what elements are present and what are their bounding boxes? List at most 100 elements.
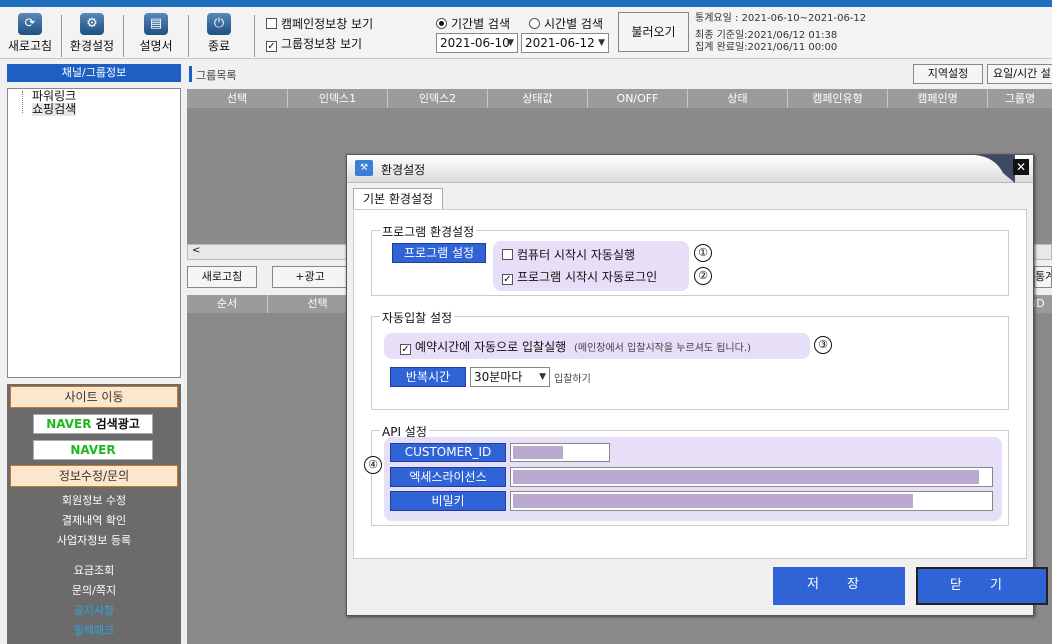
auto-bid-checkbox[interactable]: ✓ 예약시간에 자동으로 입찰실행 (메인창에서 입찰시작을 누르셔도 됩니다.) xyxy=(400,338,751,355)
marker-2: ② xyxy=(694,267,712,285)
dialog-titlebar[interactable]: ⚒ 환경설정 ✕ xyxy=(347,155,1033,183)
period-search-radio[interactable]: 기간별 검색 xyxy=(436,15,510,32)
add-ad-button[interactable]: +광고 xyxy=(272,266,348,288)
group-list-title: 그룹목록 xyxy=(196,69,237,82)
weekday-time-button[interactable]: 요일/시간 설 xyxy=(987,64,1052,84)
marker-4: ④ xyxy=(364,456,382,474)
close-icon[interactable]: ✕ xyxy=(1013,159,1029,175)
checkbox-checked-icon: ✓ xyxy=(266,41,277,52)
menu-notice[interactable]: 공지사항 xyxy=(7,602,181,618)
access-license-label: 엑세스라이선스 xyxy=(390,467,506,487)
site-move-panel: 사이트 이동 NAVER 검색광고 NAVER 정보수정/문의 회원정보 수정 … xyxy=(7,384,181,644)
toolbar: ⟳ 새로고침 ⚙ 환경설정 ▤ 설명서 ⏻ 종료 캠페인정보창 보기 ✓ 그룹정보… xyxy=(0,7,1052,59)
date-from-select[interactable]: 2021-06-10 ▼ xyxy=(436,33,518,53)
column-header[interactable]: 상태값 xyxy=(487,89,587,108)
exit-button[interactable]: ⏻ 종료 xyxy=(190,13,248,59)
column-header[interactable]: ID xyxy=(1032,295,1052,313)
dialog-title: 환경설정 xyxy=(381,163,426,177)
manual-button[interactable]: ▤ 설명서 xyxy=(127,13,185,59)
checkbox-checked-icon: ✓ xyxy=(502,274,513,285)
toolbar-separator xyxy=(61,15,62,57)
chevron-down-icon: ▼ xyxy=(507,38,514,48)
radio-icon xyxy=(529,18,540,29)
refresh-icon: ⟳ xyxy=(18,13,42,35)
tab-basic-settings[interactable]: 기본 환경설정 xyxy=(353,188,443,210)
load-button[interactable]: 불러오기 xyxy=(618,12,689,52)
date-to-select[interactable]: 2021-06-12 ▼ xyxy=(521,33,609,53)
masked-value xyxy=(513,494,913,508)
settings-button[interactable]: ⚙ 환경설정 xyxy=(63,13,121,59)
column-header[interactable]: 상태 xyxy=(687,89,787,108)
masked-value xyxy=(513,446,563,459)
column-header[interactable]: 캠페인명 xyxy=(887,89,987,108)
window-titlebar xyxy=(0,0,1052,7)
chevron-down-icon: ▼ xyxy=(598,38,605,48)
group-list-marker xyxy=(189,66,192,82)
lower-refresh-button[interactable]: 새로고침 xyxy=(187,266,257,288)
site-move-header: 사이트 이동 xyxy=(10,386,178,408)
info-header: 정보수정/문의 xyxy=(10,465,178,487)
left-panel: 채널/그룹정보 파워링크 쇼핑검색 사이트 이동 NAVER 검색광고 NAVE… xyxy=(7,64,181,644)
customer-id-input[interactable] xyxy=(510,443,610,462)
column-header[interactable]: 캠페인유형 xyxy=(787,89,887,108)
menu-payment[interactable]: 결제내역 확인 xyxy=(7,512,181,528)
program-settings-group: 프로그램 환경설정 프로그램 설정 컴퓨터 시작시 자동실행 ✓ 프로그램 시작시… xyxy=(371,223,1009,296)
titlebar-curve xyxy=(975,155,1015,183)
repeat-time-select[interactable]: 30분마다 ▼ xyxy=(470,367,550,387)
power-icon: ⏻ xyxy=(207,13,231,35)
time-search-radio[interactable]: 시간별 검색 xyxy=(529,15,603,32)
menu-fee[interactable]: 요금조회 xyxy=(7,562,181,578)
toolbar-separator xyxy=(254,15,255,57)
repeat-time-label: 반복시간 xyxy=(390,367,466,387)
stats-info: 통계요일 : 2021-06-10~2021-06-12 최종 기준일:2021… xyxy=(695,13,867,53)
menu-inquiry[interactable]: 문의/쪽지 xyxy=(7,582,181,598)
column-header[interactable]: 선택 xyxy=(187,89,287,108)
marker-1: ① xyxy=(694,244,712,262)
access-license-input[interactable] xyxy=(510,467,993,487)
toolbar-separator xyxy=(188,15,189,57)
secret-key-label: 비밀키 xyxy=(390,491,506,511)
naver-searchad-link[interactable]: NAVER 검색광고 xyxy=(33,414,153,434)
bid-suffix: 입찰하기 xyxy=(554,374,591,385)
api-settings-group: API 설정 ④ CUSTOMER_ID 엑세스라이선스 비밀키 xyxy=(364,423,1009,526)
channel-tree: 파워링크 쇼핑검색 xyxy=(7,88,181,378)
tree-item-shopping[interactable]: 쇼핑검색 xyxy=(32,103,77,116)
column-header[interactable]: 인덱스2 xyxy=(387,89,487,108)
save-button[interactable]: 저 장 xyxy=(773,567,905,605)
customer-id-label: CUSTOMER_ID xyxy=(390,443,506,462)
group-grid-header: 선택 인덱스1 인덱스2 상태값 ON/OFF 상태 캠페인유형 캠페인명 그룹… xyxy=(187,89,1052,108)
menu-remote[interactable]: 릴렉패크 xyxy=(7,622,181,638)
column-header[interactable]: 순서 xyxy=(187,295,267,313)
group-info-checkbox[interactable]: ✓ 그룹정보창 보기 xyxy=(266,35,362,52)
menu-member-info[interactable]: 회원정보 수정 xyxy=(7,492,181,508)
column-header[interactable]: 인덱스1 xyxy=(287,89,387,108)
column-header[interactable]: 그룹명 xyxy=(987,89,1052,108)
program-settings-button[interactable]: 프로그램 설정 xyxy=(392,243,486,263)
app-icon: ⚒ xyxy=(355,160,373,176)
close-button[interactable]: 닫 기 xyxy=(916,567,1048,605)
menu-business-info[interactable]: 사업자정보 등록 xyxy=(7,532,181,548)
checkbox-icon xyxy=(266,18,277,29)
region-settings-button[interactable]: 지역설정 xyxy=(913,64,983,84)
refresh-button[interactable]: ⟳ 새로고침 xyxy=(1,13,59,59)
marker-3: ③ xyxy=(814,336,832,354)
secret-key-input[interactable] xyxy=(510,491,993,511)
campaign-info-checkbox[interactable]: 캠페인정보창 보기 xyxy=(266,15,373,32)
column-header[interactable]: ON/OFF xyxy=(587,89,687,108)
auto-start-checkbox[interactable]: 컴퓨터 시작시 자동실행 xyxy=(502,246,635,263)
toolbar-separator xyxy=(123,15,124,57)
chevron-down-icon: ▼ xyxy=(539,372,546,382)
tree-line xyxy=(22,91,23,113)
naver-link[interactable]: NAVER xyxy=(33,440,153,460)
stats-button[interactable]: 통계 xyxy=(1034,266,1052,288)
settings-dialog: ⚒ 환경설정 ✕ 기본 환경설정 프로그램 환경설정 프로그램 설정 컴퓨터 시… xyxy=(346,154,1048,616)
book-icon: ▤ xyxy=(144,13,168,35)
masked-value xyxy=(513,470,979,484)
scroll-left-icon[interactable]: < xyxy=(192,245,200,256)
auto-bid-group: 자동입찰 설정 ✓ 예약시간에 자동으로 입찰실행 (메인창에서 입찰시작을 누르… xyxy=(371,309,1009,410)
settings-icon: ⚙ xyxy=(80,13,104,35)
channel-group-header: 채널/그룹정보 xyxy=(7,64,181,82)
radio-selected-icon xyxy=(436,18,447,29)
checkbox-checked-icon: ✓ xyxy=(400,344,411,355)
auto-login-checkbox[interactable]: ✓ 프로그램 시작시 자동로그인 xyxy=(502,268,657,285)
